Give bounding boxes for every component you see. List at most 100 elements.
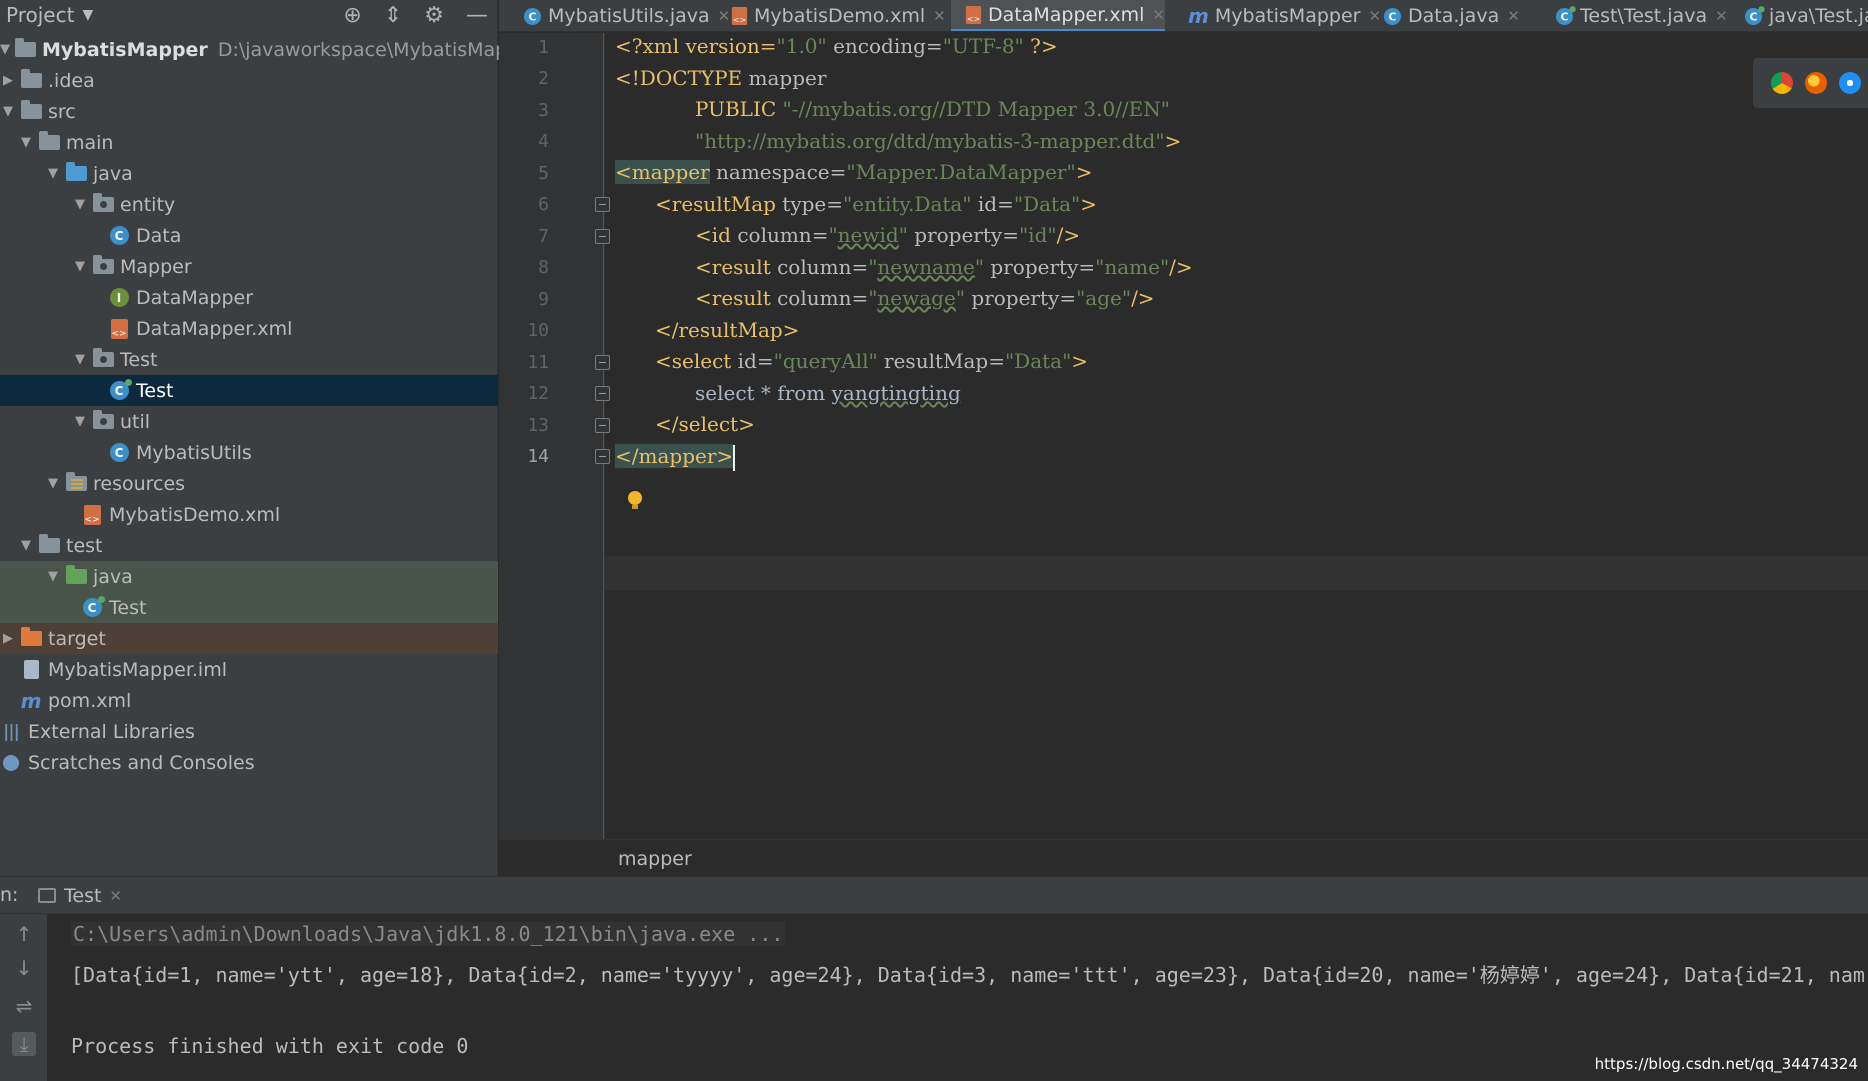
runnable-class-icon: C <box>81 596 105 619</box>
tree-item-label: test <box>66 534 103 557</box>
breadcrumb-item-mapper[interactable]: mapper <box>618 848 692 870</box>
close-icon[interactable]: ✕ <box>109 887 122 905</box>
tab-label: MybatisDemo.xml <box>754 5 926 27</box>
fold-marker-icon[interactable] <box>595 355 610 370</box>
code-line-12: select * from yangtingting <box>695 381 961 405</box>
fold-marker-icon[interactable] <box>595 197 610 212</box>
tree-item-mybatisdemo-xml[interactable]: <> MybatisDemo.xml <box>0 499 498 530</box>
firefox-icon[interactable] <box>1805 72 1827 94</box>
run-console[interactable]: ↑ ↓ ⇌ ⤓ C:\Users\admin\Downloads\Java\jd… <box>0 914 1868 1081</box>
tree-item-java-test[interactable]: ▼ java <box>0 561 498 592</box>
fold-marker-icon[interactable] <box>595 449 610 464</box>
tree-item-datamapper-interface[interactable]: I DataMapper <box>0 282 498 313</box>
tree-item-label: Mapper <box>120 255 192 278</box>
hide-icon[interactable]: — <box>466 3 488 28</box>
tree-item-target[interactable]: ▶ target <box>0 623 498 654</box>
tree-item-mapper-package[interactable]: ▼ Mapper <box>0 251 498 282</box>
line-number: 8 <box>538 257 549 278</box>
expand-arrow-icon[interactable]: ▼ <box>0 104 16 119</box>
code-line-8: <result column="newname" property="name"… <box>695 255 1193 279</box>
gear-icon[interactable]: ⚙ <box>424 3 444 28</box>
tree-item-test-package[interactable]: ▼ Test <box>0 344 498 375</box>
tree-item-test-class-selected[interactable]: C Test <box>0 375 498 406</box>
tree-item-iml[interactable]: MybatisMapper.iml <box>0 654 498 685</box>
chrome-icon[interactable] <box>1771 72 1793 94</box>
scroll-to-end-icon[interactable]: ⤓ <box>12 1032 36 1056</box>
arrow-up-icon[interactable]: ↑ <box>12 922 36 946</box>
gutter-divider <box>603 33 604 839</box>
expand-arrow-icon[interactable]: ▼ <box>45 569 61 584</box>
tree-item-mybatisutils[interactable]: C MybatisUtils <box>0 437 498 468</box>
tree-item-data-class[interactable]: C Data <box>0 220 498 251</box>
expand-arrow-icon[interactable]: ▼ <box>72 414 88 429</box>
watermark: https://blog.csdn.net/qq_34474324 <box>1594 1055 1858 1073</box>
project-view-selector[interactable]: Project <box>0 3 74 27</box>
expand-arrow-icon[interactable]: ▼ <box>0 42 10 57</box>
tree-item-resources[interactable]: ▼ resources <box>0 468 498 499</box>
tree-item-entity[interactable]: ▼ entity <box>0 189 498 220</box>
fold-marker-icon[interactable] <box>595 386 610 401</box>
tree-item-util[interactable]: ▼ util <box>0 406 498 437</box>
chevron-down-icon[interactable]: ▼ <box>82 7 93 23</box>
xml-file-icon: <> <box>108 318 130 340</box>
lightbulb-icon[interactable] <box>627 491 643 511</box>
expand-arrow-icon[interactable]: ▼ <box>18 538 34 553</box>
tab-datamapper-xml[interactable]: <> DataMapper.xml ✕ <box>951 0 1165 31</box>
expand-arrow-icon[interactable]: ▼ <box>18 135 34 150</box>
tree-item-datamapper-xml[interactable]: <> DataMapper.xml <box>0 313 498 344</box>
expand-arrow-icon[interactable]: ▼ <box>45 166 61 181</box>
tree-item-label: resources <box>93 472 186 495</box>
run-tab-test[interactable]: Test ✕ <box>38 877 122 914</box>
scratches-icon <box>0 752 22 774</box>
tree-item-main[interactable]: ▼ main <box>0 127 498 158</box>
tree-item-scratches[interactable]: Scratches and Consoles <box>0 747 498 778</box>
folder-icon <box>20 100 42 123</box>
tree-item-label: Data <box>136 224 182 247</box>
line-number: 10 <box>527 320 549 341</box>
expand-arrow-icon[interactable]: ▼ <box>45 476 61 491</box>
tab-data-java[interactable]: C Data.java ✕ <box>1369 0 1520 31</box>
tree-item-pom[interactable]: m pom.xml <box>0 685 498 716</box>
expand-arrow-icon[interactable]: ▼ <box>72 197 88 212</box>
expand-arrow-icon[interactable]: ▶ <box>0 631 16 646</box>
fold-marker-icon[interactable] <box>595 418 610 433</box>
code-line-4: "http://mybatis.org/dtd/mybatis-3-mapper… <box>695 129 1182 153</box>
tree-item-external-libraries[interactable]: ||| External Libraries <box>0 716 498 747</box>
tree-item-project-root[interactable]: ▼ MybatisMapper D:\javaworkspace\Mybatis… <box>0 34 539 65</box>
expand-arrow-icon[interactable]: ▼ <box>72 352 88 367</box>
expand-arrow-icon[interactable]: ▼ <box>72 259 88 274</box>
safari-icon[interactable] <box>1839 72 1861 94</box>
tab-label: Data.java <box>1408 5 1500 27</box>
code-line-13: </select> <box>655 412 755 436</box>
close-icon[interactable]: ✕ <box>933 7 946 25</box>
locate-icon[interactable]: ⊕ <box>343 3 361 28</box>
collapse-all-icon[interactable]: ⇕ <box>384 3 402 28</box>
tab-label: java\Test.java <box>1769 5 1868 27</box>
close-icon[interactable]: ✕ <box>1507 7 1520 25</box>
tab-mybatisdemo-xml[interactable]: <> MybatisDemo.xml ✕ <box>717 0 946 31</box>
resources-folder-icon <box>65 472 87 495</box>
tree-item-idea[interactable]: ▶ .idea <box>0 65 498 96</box>
arrow-down-icon[interactable]: ↓ <box>12 956 36 980</box>
console-exit-line: Process finished with exit code 0 <box>71 1034 469 1058</box>
tab-label: Test\Test.java <box>1580 5 1708 27</box>
tab-java-test-java[interactable]: C java\Test.java <box>1730 0 1868 31</box>
code-line-5: <mapper namespace="Mapper.DataMapper"> <box>615 160 1093 184</box>
tree-item-java-main[interactable]: ▼ java <box>0 158 498 189</box>
tree-item-src[interactable]: ▼ src <box>0 96 498 127</box>
soft-wrap-icon[interactable]: ⇌ <box>12 994 36 1018</box>
tab-test-test-java[interactable]: C Test\Test.java ✕ <box>1541 0 1728 31</box>
code-editor[interactable]: 1 2 3 4 5 6 7 8 9 10 11 12 13 14 <?xml v… <box>499 33 1868 839</box>
close-icon[interactable]: ✕ <box>1152 6 1165 24</box>
line-number: 6 <box>538 194 549 215</box>
close-icon[interactable]: ✕ <box>1715 7 1728 25</box>
tab-mybatismapper[interactable]: m MybatisMapper ✕ <box>1174 0 1381 31</box>
tree-item-test-class[interactable]: C Test <box>0 592 498 623</box>
tree-item-test-folder[interactable]: ▼ test <box>0 530 498 561</box>
expand-arrow-icon[interactable]: ▶ <box>0 73 16 88</box>
package-icon <box>92 255 114 278</box>
line-number: 12 <box>527 383 549 404</box>
tab-mybatisutils-java[interactable]: C MybatisUtils.java ✕ <box>509 0 730 31</box>
tree-item-label: External Libraries <box>28 720 195 743</box>
fold-marker-icon[interactable] <box>595 229 610 244</box>
